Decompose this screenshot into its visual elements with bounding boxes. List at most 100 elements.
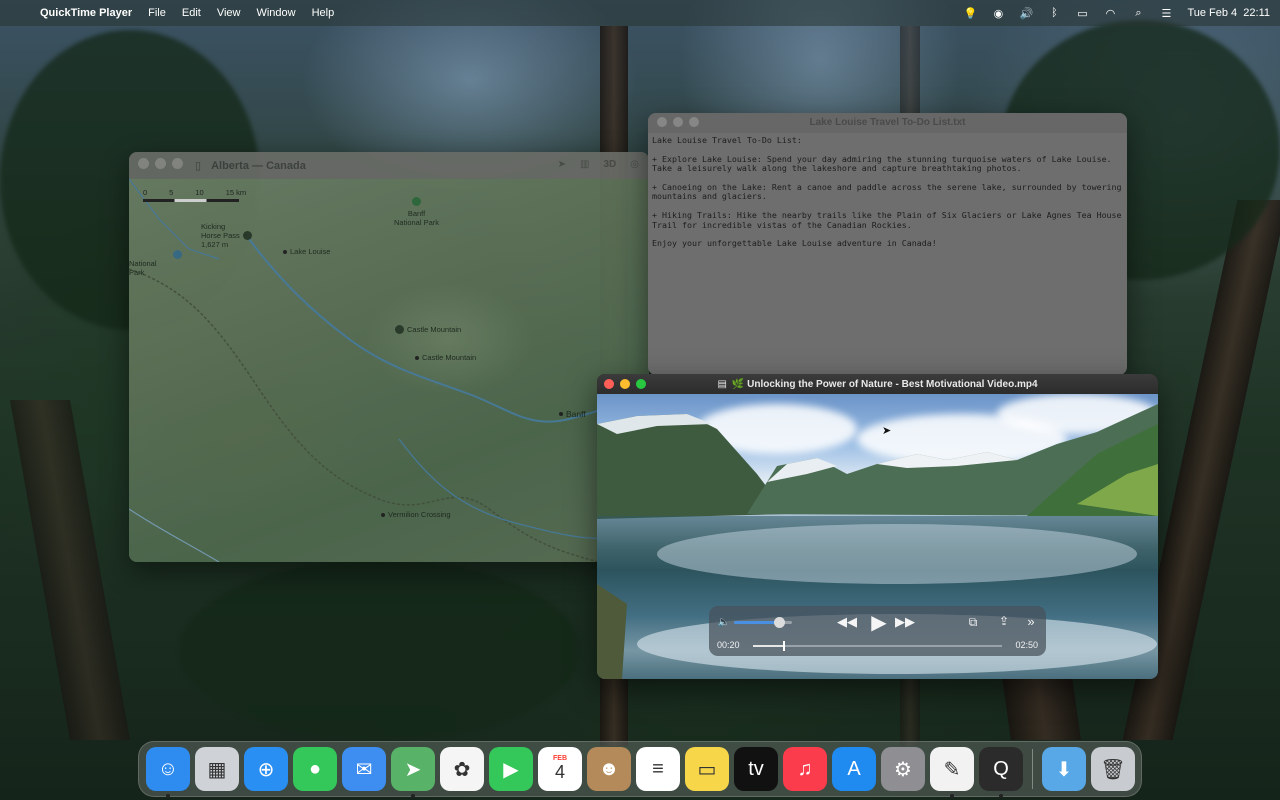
scale-0: 0: [143, 188, 148, 197]
dock-messages-icon[interactable]: ●: [293, 747, 337, 791]
minimize-button[interactable]: [673, 117, 683, 127]
dock-mail-icon[interactable]: ✉: [342, 747, 386, 791]
bluetooth-icon[interactable]: ᛒ: [1047, 7, 1061, 19]
window-controls: [657, 117, 699, 127]
map-label-castle-mountain[interactable]: Castle Mountain: [415, 353, 476, 362]
dock-maps-icon[interactable]: ➤: [391, 747, 435, 798]
dock-facetime-icon[interactable]: ▶: [489, 747, 533, 791]
maps-toolbar: ➤ ▥ 3D ◎: [558, 159, 639, 170]
dock-calendar-icon[interactable]: FEB 4: [538, 747, 582, 791]
video-frame[interactable]: 🔈 ◀◀ ▶ ▶▶ ⧉ ⇪ » 00:20 02:50 ➤: [597, 394, 1158, 679]
text-editor-window[interactable]: Lake Louise Travel To-Do List.txt Lake L…: [648, 113, 1127, 375]
map-label-kicking-horse[interactable]: Kicking Horse Pass 1,627 m: [201, 222, 252, 249]
minimize-button[interactable]: [155, 158, 166, 169]
wifi-icon[interactable]: ◠: [1103, 7, 1117, 20]
map-label-icon: [173, 250, 182, 259]
dock-downloads-icon[interactable]: ⬇: [1042, 747, 1086, 791]
volume-knob[interactable]: [774, 617, 786, 628]
play-icon[interactable]: ▶: [867, 609, 891, 635]
screen-record-icon[interactable]: ◉: [991, 7, 1005, 20]
volume-slider[interactable]: [734, 617, 792, 628]
zoom-icon[interactable]: ◎: [630, 159, 639, 170]
dock-notes-icon[interactable]: ▭: [685, 747, 729, 791]
dock-music-icon[interactable]: ♫: [783, 747, 827, 791]
quicktime-window-title: 🌿 Unlocking the Power of Nature - Best M…: [731, 378, 1038, 390]
menu-window[interactable]: Window: [256, 7, 295, 19]
scale-10: 10: [195, 188, 204, 197]
dock-finder-icon[interactable]: ☺: [146, 747, 190, 798]
3d-button[interactable]: 3D: [603, 159, 616, 170]
close-button[interactable]: [657, 117, 667, 127]
map-scale-bar: 0 5 10 15 km: [143, 188, 246, 202]
pass-pin-icon: [242, 231, 252, 240]
running-indicator: [999, 794, 1003, 798]
control-center-icon[interactable]: ☰: [1159, 7, 1173, 20]
map-mode-icon[interactable]: ▥: [580, 159, 589, 170]
map-canvas[interactable]: 0 5 10 15 km Banff National Park Kicking…: [129, 179, 649, 562]
scale-15: 15 km: [225, 188, 247, 197]
dock-quicktime-icon[interactable]: Q: [979, 747, 1023, 798]
zoom-button[interactable]: [172, 158, 183, 169]
quicktime-titlebar[interactable]: ▤ 🌿 Unlocking the Power of Nature - Best…: [597, 374, 1158, 394]
zoom-button[interactable]: [689, 117, 699, 127]
dock-reminders-icon[interactable]: ≡: [636, 747, 680, 791]
more-chevron-icon[interactable]: »: [1023, 613, 1039, 629]
dock-trash-icon[interactable]: 🗑: [1091, 747, 1135, 791]
fast-forward-icon[interactable]: ▶▶: [895, 612, 915, 632]
picture-in-picture-icon[interactable]: ⧉: [965, 614, 981, 630]
dock-launchpad-icon[interactable]: ▦: [195, 747, 239, 791]
map-label-banff[interactable]: Banff: [559, 409, 586, 419]
menu-help[interactable]: Help: [312, 7, 335, 19]
spotlight-search-icon[interactable]: ⌕: [1131, 7, 1145, 19]
timeline-fill: [753, 645, 783, 647]
close-button[interactable]: [604, 379, 614, 389]
minimize-button[interactable]: [620, 379, 630, 389]
volume-icon[interactable]: 🔈: [717, 615, 731, 629]
menu-view[interactable]: View: [217, 7, 241, 19]
park-pin-icon: [412, 197, 422, 206]
maps-window[interactable]: ▯ Alberta — Canada ➤ ▥ 3D ◎ 0 5 10 15 km: [129, 152, 649, 562]
map-label-vermilion[interactable]: Vermilion Crossing: [381, 510, 451, 519]
dock-contacts-icon[interactable]: ☻: [587, 747, 631, 791]
menu-clock[interactable]: Tue Feb 4 22:11: [1187, 7, 1270, 19]
mouse-cursor-icon: ➤: [882, 425, 892, 437]
close-button[interactable]: [138, 158, 149, 169]
menu-edit[interactable]: Edit: [182, 7, 201, 19]
current-time: 00:20: [717, 640, 740, 650]
rewind-icon[interactable]: ◀◀: [837, 612, 857, 632]
zoom-button[interactable]: [636, 379, 646, 389]
menu-file[interactable]: File: [148, 7, 166, 19]
share-icon[interactable]: ⇪: [996, 613, 1012, 629]
running-indicator: [411, 794, 415, 798]
dock-system-settings-icon[interactable]: ⚙: [881, 747, 925, 791]
player-controls: 🔈 ◀◀ ▶ ▶▶ ⧉ ⇪ » 00:20 02:50: [709, 606, 1046, 656]
map-label-castle-mountain-peak[interactable]: Castle Mountain: [395, 325, 461, 334]
volume-fill: [734, 621, 780, 624]
dock-app-store-icon[interactable]: A: [832, 747, 876, 791]
maps-titlebar[interactable]: ▯ Alberta — Canada ➤ ▥ 3D ◎: [129, 152, 649, 179]
menu-app-name[interactable]: QuickTime Player: [40, 7, 132, 19]
dock-photos-icon[interactable]: ✿: [440, 747, 484, 791]
map-label-banff-np[interactable]: Banff National Park: [394, 197, 439, 227]
battery-icon[interactable]: ▭: [1075, 7, 1089, 20]
sidebar-toggle-icon[interactable]: ▯: [195, 159, 201, 172]
location-arrow-icon[interactable]: ➤: [558, 159, 566, 170]
dock-textedit-icon[interactable]: ✎: [930, 747, 974, 798]
lightbulb-icon[interactable]: 💡: [963, 7, 978, 20]
text-editor-title: Lake Louise Travel To-Do List.txt: [809, 117, 966, 128]
scale-5: 5: [169, 188, 174, 197]
text-editor-titlebar[interactable]: Lake Louise Travel To-Do List.txt: [648, 113, 1127, 133]
menu-bar: QuickTime Player File Edit View Window H…: [0, 0, 1280, 26]
map-label-lake-louise[interactable]: Lake Louise: [283, 247, 330, 256]
volume-icon[interactable]: 🔊: [1019, 7, 1034, 20]
window-controls: [138, 158, 183, 169]
timeline-scrubber[interactable]: [753, 641, 1002, 651]
text-editor-content[interactable]: Lake Louise Travel To-Do List: + Explore…: [648, 133, 1127, 252]
map-label-national-park[interactable]: National Park: [129, 259, 157, 277]
timeline-playhead[interactable]: [782, 641, 785, 651]
dock-apple-tv-icon[interactable]: tv: [734, 747, 778, 791]
dock-safari-icon[interactable]: ⊕: [244, 747, 288, 791]
dock: ☺ ▦ ⊕ ● ✉ ➤ ✿ ▶ FEB 4 ☻ ≡ ▭ tv ♫ A ⚙ ✎ Q ⬇ 🗑: [138, 741, 1142, 798]
duration: 02:50: [1015, 640, 1038, 650]
quicktime-window[interactable]: ▤ 🌿 Unlocking the Power of Nature - Best…: [597, 374, 1158, 679]
